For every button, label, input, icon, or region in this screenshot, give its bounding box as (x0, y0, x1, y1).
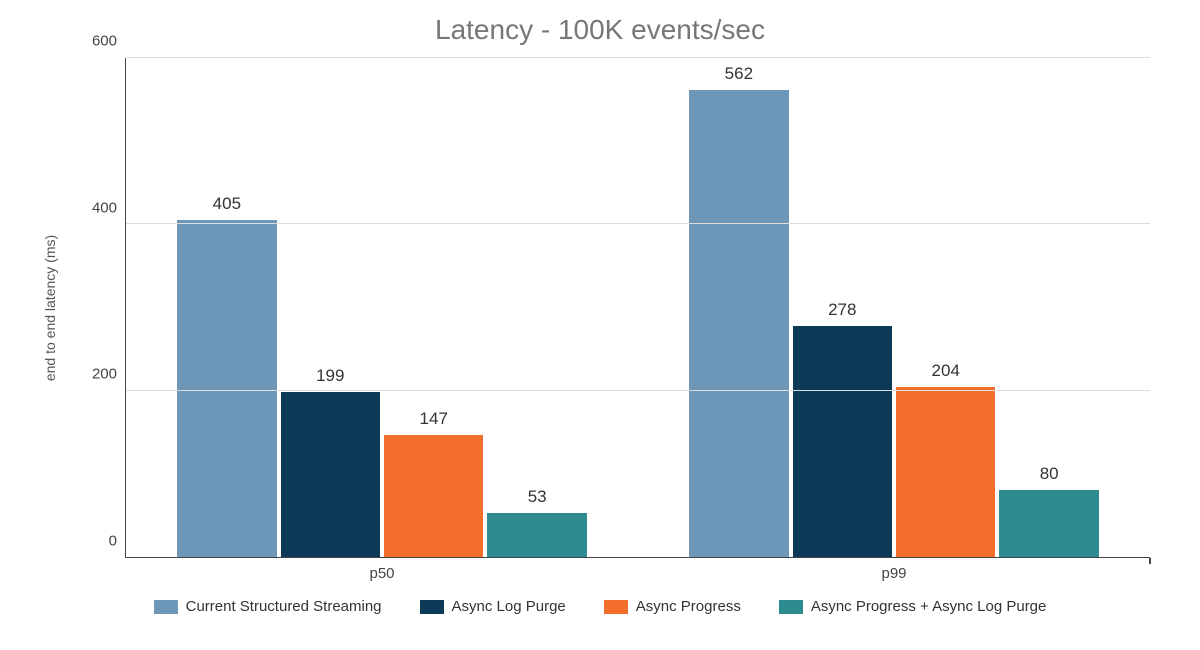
bar-value-label: 147 (420, 409, 448, 429)
y-ticks: 0200400600 (70, 58, 125, 558)
bar-groups: 40519914753p5056227820480p99 (126, 58, 1150, 557)
bar-value-label: 562 (725, 64, 753, 84)
bar: 199 (281, 392, 380, 558)
legend-swatch (604, 600, 628, 614)
legend-item: Current Structured Streaming (154, 598, 382, 615)
legend-item: Async Progress + Async Log Purge (779, 598, 1047, 615)
grid-line (126, 57, 1150, 58)
bar-value-label: 204 (932, 361, 960, 381)
category-label: p50 (369, 565, 394, 582)
bar-value-label: 53 (528, 487, 547, 507)
legend: Current Structured Streaming Async Log Pu… (30, 598, 1170, 615)
latency-chart: Latency - 100K events/sec end to end lat… (0, 0, 1200, 650)
plot-row: end to end latency (ms) 0200400600 40519… (30, 58, 1170, 558)
legend-label: Current Structured Streaming (186, 598, 382, 615)
legend-swatch (420, 600, 444, 614)
y-tick-label: 0 (109, 533, 117, 550)
bar-value-label: 405 (213, 194, 241, 214)
bar-value-label: 278 (828, 300, 856, 320)
bar-group: 40519914753p50 (126, 58, 638, 557)
legend-label: Async Log Purge (452, 598, 566, 615)
bar: 204 (896, 387, 995, 557)
category-label: p99 (881, 565, 906, 582)
bar-value-label: 199 (316, 366, 344, 386)
right-gutter (1150, 58, 1170, 558)
legend-swatch (779, 600, 803, 614)
grid-line (126, 390, 1150, 391)
bar-value-label: 80 (1040, 464, 1059, 484)
bar: 53 (487, 513, 586, 557)
bar-group: 56227820480p99 (638, 58, 1150, 557)
axis-tick-right (1149, 558, 1151, 564)
grid-line (126, 223, 1150, 224)
ylabel-col: end to end latency (ms) (30, 58, 70, 558)
chart-title: Latency - 100K events/sec (30, 14, 1170, 46)
bar: 278 (793, 326, 892, 557)
legend-label: Async Progress + Async Log Purge (811, 598, 1047, 615)
legend-item: Async Log Purge (420, 598, 566, 615)
bar: 562 (689, 90, 788, 557)
y-axis-label: end to end latency (ms) (42, 235, 58, 381)
y-tick-label: 200 (92, 366, 117, 383)
plot-area: 40519914753p5056227820480p99 (125, 58, 1150, 558)
legend-label: Async Progress (636, 598, 741, 615)
bar: 405 (177, 220, 276, 557)
y-tick-label: 400 (92, 199, 117, 216)
y-tick-label: 600 (92, 33, 117, 50)
bar: 80 (999, 490, 1098, 557)
legend-swatch (154, 600, 178, 614)
bar: 147 (384, 435, 483, 557)
legend-item: Async Progress (604, 598, 741, 615)
